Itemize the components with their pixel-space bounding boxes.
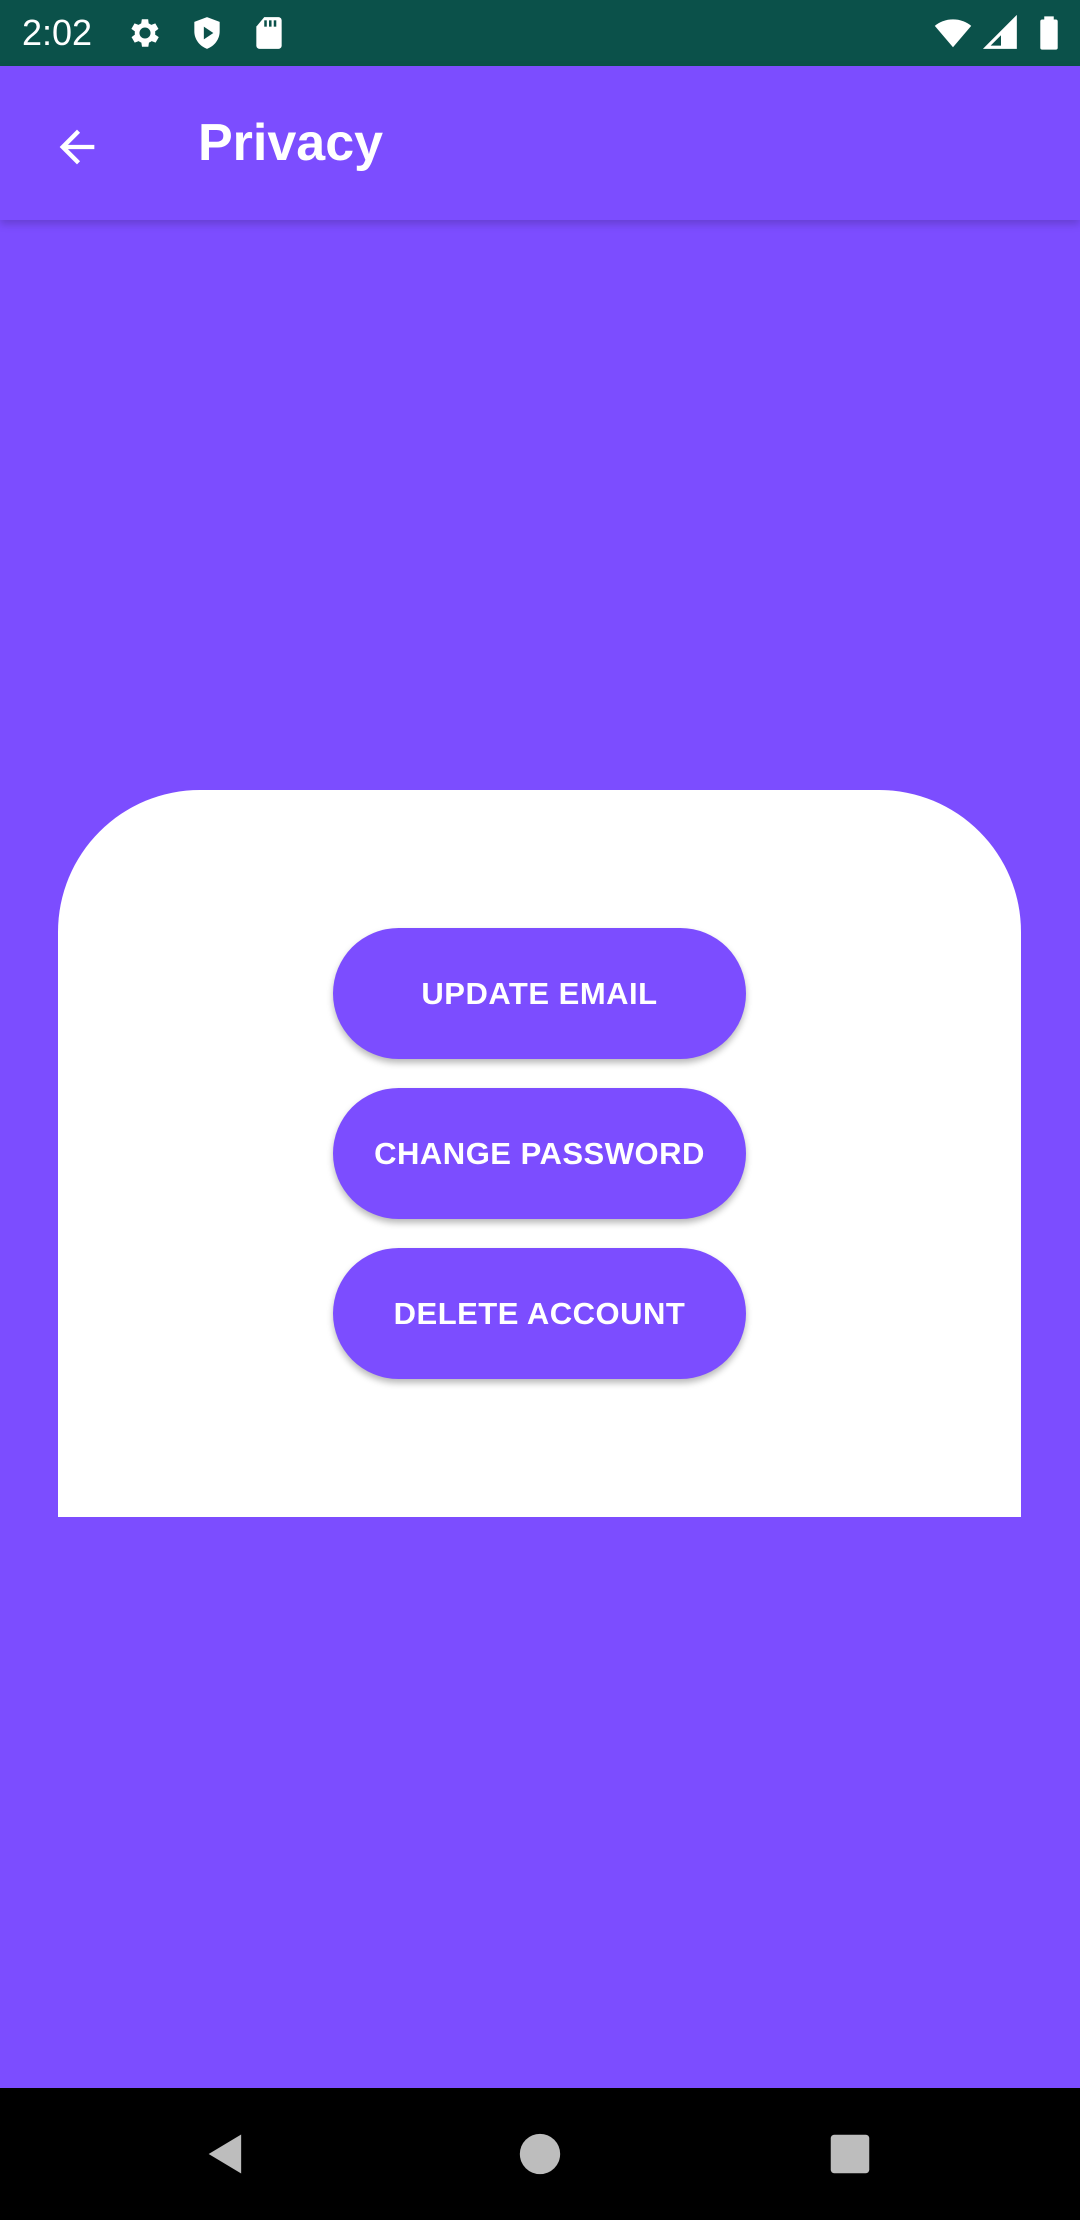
- back-button[interactable]: [30, 100, 124, 194]
- arrow-left-icon: [59, 129, 95, 165]
- home-circle-icon: [519, 2133, 561, 2175]
- recents-square-icon: [830, 2134, 870, 2174]
- status-time: 2:02: [22, 12, 93, 53]
- update-email-button[interactable]: UPDATE EMAIL: [333, 928, 746, 1059]
- status-bar: 2:02: [0, 0, 1080, 66]
- back-triangle-icon: [208, 2134, 242, 2174]
- gear-icon: [131, 19, 159, 47]
- battery-icon: [1040, 16, 1058, 50]
- wifi-icon: [934, 19, 972, 48]
- nav-recents-button[interactable]: [810, 2114, 890, 2194]
- app-bar: Privacy: [0, 66, 1080, 220]
- change-password-button[interactable]: CHANGE PASSWORD: [333, 1088, 746, 1219]
- nav-home-button[interactable]: [500, 2114, 580, 2194]
- signal-icon: [982, 14, 1017, 49]
- privacy-card: UPDATE EMAIL CHANGE PASSWORD DELETE ACCO…: [58, 790, 1021, 1517]
- sd-card-icon: [256, 17, 282, 49]
- delete-account-button[interactable]: DELETE ACCOUNT: [333, 1248, 746, 1379]
- page-title: Privacy: [198, 114, 384, 172]
- system-nav-bar: [0, 2088, 1080, 2220]
- nav-back-button[interactable]: [186, 2114, 266, 2194]
- shield-play-icon: [194, 17, 220, 49]
